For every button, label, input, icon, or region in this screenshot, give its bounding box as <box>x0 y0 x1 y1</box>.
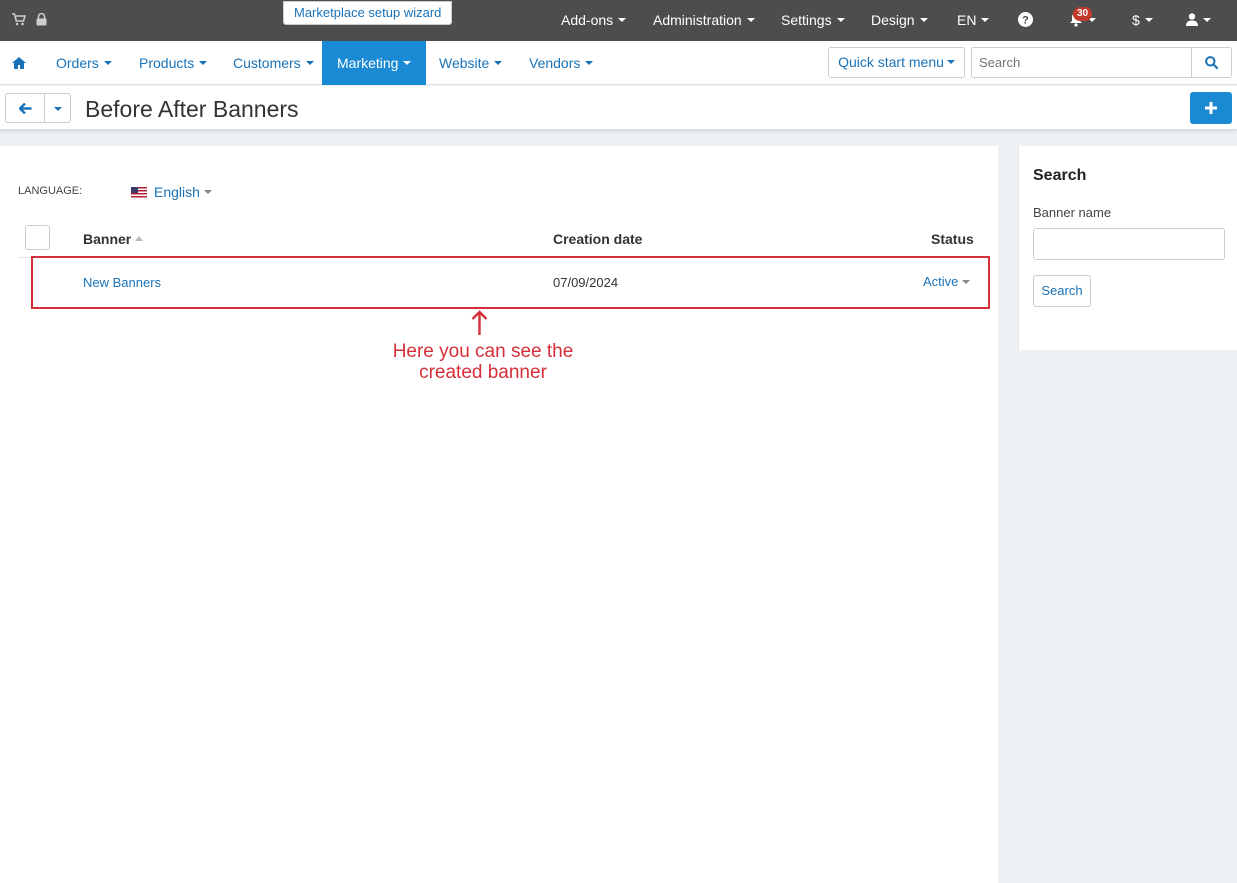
arrow-left-icon <box>19 103 32 114</box>
nav-website[interactable]: Website <box>439 41 503 85</box>
add-banner-button[interactable] <box>1190 92 1232 124</box>
caret-down-icon <box>585 61 594 66</box>
user-menu[interactable] <box>1186 0 1211 41</box>
annotation-line-1: Here you can see the <box>392 341 574 362</box>
search-icon <box>1205 56 1218 69</box>
settings-menu[interactable]: Settings <box>781 0 845 41</box>
caret-down-icon <box>962 279 971 284</box>
caret-down-icon <box>919 18 928 23</box>
caret-down-icon <box>53 106 62 111</box>
caret-down-icon <box>981 18 990 23</box>
global-search-button[interactable] <box>1191 47 1232 78</box>
administration-menu[interactable]: Administration <box>653 0 755 41</box>
user-icon <box>1186 13 1198 27</box>
banner-name-link[interactable]: New Banners <box>83 275 161 290</box>
design-menu[interactable]: Design <box>871 0 928 41</box>
page-title: Before After Banners <box>85 96 299 122</box>
global-search-input[interactable] <box>971 47 1192 78</box>
page-header: Before After Banners <box>0 86 1237 130</box>
caret-down-icon <box>1203 18 1211 23</box>
column-header-banner-label: Banner <box>83 231 132 247</box>
settings-menu-label: Settings <box>781 12 832 28</box>
home-button[interactable] <box>12 41 26 85</box>
annotation-text: Here you can see the created banner <box>370 341 596 383</box>
banner-status-dropdown[interactable]: Active <box>923 274 971 289</box>
sidebar-title: Search <box>1033 167 1087 184</box>
nav-marketing-label: Marketing <box>337 55 399 71</box>
caret-down-icon <box>403 61 412 66</box>
annotation-line-2: created banner <box>419 362 547 383</box>
nav-vendors-label: Vendors <box>529 55 581 71</box>
back-button[interactable] <box>5 93 45 123</box>
nav-vendors[interactable]: Vendors <box>529 41 594 85</box>
nav-customers-label: Customers <box>233 55 301 71</box>
nav-products-label: Products <box>139 55 195 71</box>
currency-menu-label: $ <box>1132 12 1140 28</box>
addons-menu[interactable]: Add-ons <box>561 0 627 41</box>
caret-down-icon <box>836 18 845 23</box>
caret-down-icon <box>203 190 212 195</box>
annotation-arrow-up-icon <box>471 310 488 335</box>
marketplace-setup-wizard-button[interactable]: Marketplace setup wizard <box>283 1 453 25</box>
nav-orders-label: Orders <box>56 55 99 71</box>
lock-icon[interactable] <box>36 13 47 26</box>
caret-down-icon <box>946 60 955 65</box>
nav-marketing[interactable]: Marketing <box>322 41 427 85</box>
nav-orders[interactable]: Orders <box>56 41 112 85</box>
language-menu[interactable]: EN <box>957 0 990 41</box>
nav-website-label: Website <box>439 55 490 71</box>
caret-down-icon <box>103 61 112 66</box>
quick-start-menu-label: Quick start menu <box>838 54 944 70</box>
caret-down-icon <box>494 61 503 66</box>
language-menu-label: EN <box>957 12 977 28</box>
sort-asc-icon <box>135 236 144 242</box>
annotation-highlight-box <box>31 256 990 309</box>
caret-down-icon <box>746 18 755 23</box>
banner-status-value: Active <box>923 274 959 289</box>
banner-name-input[interactable] <box>1033 228 1225 260</box>
back-history-dropdown[interactable] <box>44 93 71 123</box>
caret-down-icon <box>1144 18 1153 23</box>
addons-menu-label: Add-ons <box>561 12 614 28</box>
us-flag-icon <box>131 187 147 198</box>
caret-down-icon <box>305 61 314 66</box>
notifications-badge: 30 <box>1073 7 1093 21</box>
column-header-banner[interactable]: Banner <box>83 231 144 247</box>
svg-text:?: ? <box>1022 15 1029 27</box>
language-label: LANGUAGE: <box>18 185 83 197</box>
sidebar-search-button[interactable]: Search <box>1033 275 1091 307</box>
currency-menu[interactable]: $ <box>1132 0 1153 41</box>
caret-down-icon <box>199 61 208 66</box>
content-language-value: English <box>154 184 200 200</box>
nav-customers[interactable]: Customers <box>233 41 314 85</box>
plus-icon <box>1205 101 1217 114</box>
home-icon <box>12 56 26 69</box>
top-bar: Marketplace setup wizard Add-ons Adminis… <box>0 0 1237 41</box>
main-navigation: Orders Products Customers Marketing Webs… <box>0 41 1237 85</box>
banner-creation-date: 07/09/2024 <box>553 275 619 290</box>
select-all-checkbox[interactable] <box>25 225 50 250</box>
administration-menu-label: Administration <box>653 12 742 28</box>
quick-start-menu-button[interactable]: Quick start menu <box>828 47 965 78</box>
caret-down-icon <box>618 18 627 23</box>
question-circle-icon: ? <box>1018 12 1033 28</box>
content-language-selector[interactable]: English <box>131 184 212 200</box>
banners-content-panel: LANGUAGE: English Banner Creation date S… <box>0 146 998 883</box>
nav-products[interactable]: Products <box>139 41 208 85</box>
help-button[interactable]: ? <box>1018 0 1033 41</box>
cart-icon[interactable] <box>12 13 26 26</box>
search-sidebar: Search Banner name Search <box>1018 146 1237 350</box>
column-header-creation-date[interactable]: Creation date <box>553 231 642 247</box>
top-left-icons <box>12 13 47 26</box>
banner-name-label: Banner name <box>1033 205 1112 220</box>
column-header-status[interactable]: Status <box>931 231 974 247</box>
design-menu-label: Design <box>871 12 915 28</box>
